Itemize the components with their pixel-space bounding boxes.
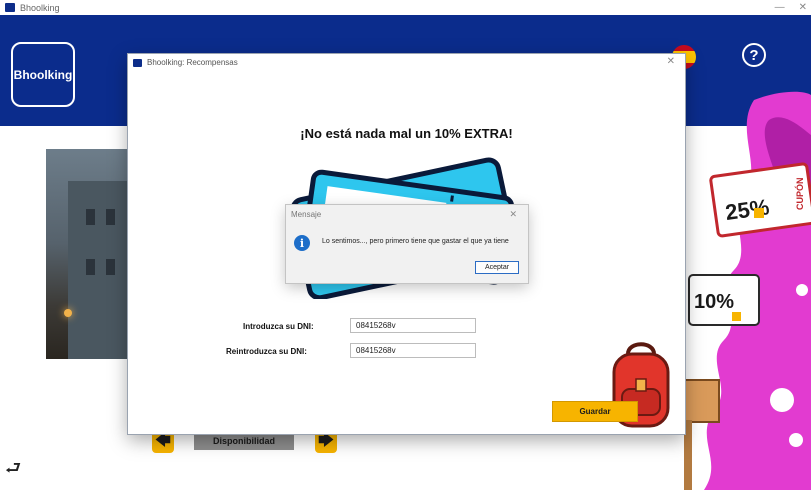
save-button[interactable]: Guardar	[552, 401, 638, 422]
window-title: Bhoolking	[20, 2, 60, 13]
dni-confirm-label: Reintroduzca su DNI:	[226, 347, 307, 356]
message-dialog: Mensaje ✕ i Lo sentimos..., pero primero…	[286, 205, 528, 283]
accept-button[interactable]: Aceptar	[475, 261, 519, 274]
message-dialog-title: Mensaje	[291, 210, 322, 219]
message-dialog-close-button[interactable]: ✕	[509, 209, 517, 220]
close-window-button[interactable]: ✕	[799, 2, 807, 13]
message-text: Lo sentimos..., pero primero tiene que g…	[322, 238, 509, 245]
brand-logo[interactable]: Bhoolking	[11, 42, 75, 107]
app-icon	[5, 3, 15, 12]
building-window	[106, 209, 115, 225]
window-titlebar: Bhoolking — ✕	[0, 0, 811, 15]
building-wall	[68, 181, 132, 359]
next-arrow-icon[interactable]: 🡆	[315, 431, 337, 453]
building-window	[86, 259, 95, 275]
lock-icon	[732, 312, 741, 321]
building-window	[86, 209, 95, 225]
rewards-dialog-title: Bhoolking: Recompensas	[147, 58, 238, 67]
minimize-button[interactable]: —	[775, 2, 785, 13]
sign-post	[684, 420, 692, 490]
splash-highlight	[770, 388, 794, 412]
app-icon	[133, 58, 142, 67]
help-icon[interactable]: ?	[742, 43, 766, 67]
coupon-side-label: CUPÓN	[794, 177, 805, 210]
logout-icon[interactable]: ⮐	[5, 456, 21, 486]
hotel-photo	[46, 149, 132, 359]
wooden-sign	[684, 379, 720, 423]
building-window	[106, 259, 115, 275]
info-icon: i	[294, 235, 310, 251]
splash-highlight	[796, 284, 808, 296]
logo-text: Bhoolking	[13, 67, 73, 82]
dni-input[interactable]: 08415268v	[350, 318, 476, 333]
splash-highlight	[789, 433, 803, 447]
previous-arrow-icon[interactable]: 🡄	[152, 431, 174, 453]
lock-icon	[754, 208, 764, 218]
dni-label: Introduzca su DNI:	[243, 322, 314, 331]
reward-headline: ¡No está nada mal un 10% EXTRA!	[300, 126, 513, 141]
rewards-dialog-close-button[interactable]: ✕	[667, 56, 675, 67]
decorative-splash: 25% CUPÓN 10%	[684, 91, 811, 490]
street-lamp	[64, 309, 72, 317]
rewards-dialog-titlebar: Bhoolking: Recompensas	[128, 54, 685, 71]
dni-confirm-input[interactable]: 08415268v	[350, 343, 476, 358]
coupon-10-label: 10%	[694, 291, 734, 313]
window-controls: — ✕	[775, 0, 807, 15]
